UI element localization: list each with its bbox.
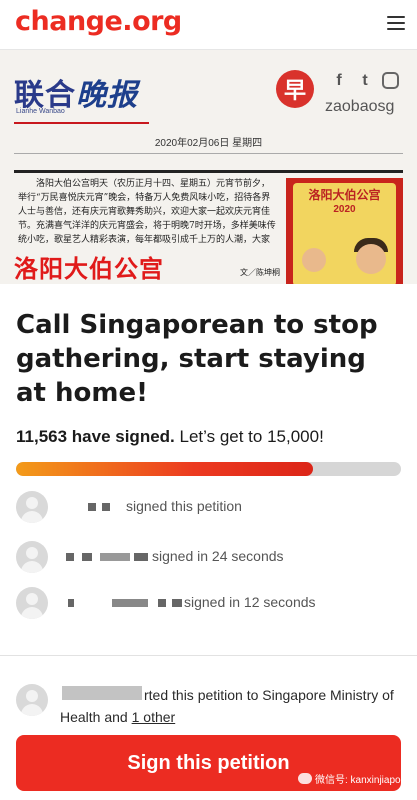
twitter-icon: t — [362, 72, 368, 89]
divider — [0, 655, 417, 656]
top-bar: change.org — [0, 0, 417, 50]
starter-text: rted this petition to Singapore Ministry… — [60, 687, 394, 725]
redacted-name — [68, 599, 74, 607]
signer-activity: signed in 12 seconds — [184, 594, 316, 610]
instagram-icon — [382, 72, 399, 89]
other-recipients-link[interactable]: 1 other — [132, 709, 176, 725]
newspaper-date: 2020年02月06日 星期四 — [154, 138, 263, 149]
avatar — [16, 684, 48, 716]
avatar — [16, 541, 48, 573]
newspaper-logo: 联合晚报 Lianhe Wanbao — [14, 70, 149, 124]
article-headline: 洛阳大伯公宫 — [14, 255, 164, 283]
signer-activity: signed this petition — [126, 498, 242, 514]
redacted-name — [66, 553, 74, 561]
article-text: 洛阳大伯公宫明天（农历正月十四、星期五）元宵节前夕，举行“万民喜悦庆元宵”晚会，… — [18, 179, 276, 245]
zaobao-handle: zaobaosg — [325, 98, 395, 115]
recent-signer: signed in 12 seconds — [16, 587, 406, 619]
petition-image: 联合晚报 Lianhe Wanbao 早 f t zaobaosg 2020年0… — [0, 50, 417, 284]
hamburger-icon[interactable] — [387, 16, 405, 30]
zaobao-icon: 早 — [276, 70, 314, 108]
petition-title: Call Singaporean to stop gathering, star… — [16, 310, 378, 408]
article-byline: 文／陈坤桐 — [240, 268, 280, 277]
recent-signer: signed this petition — [16, 491, 406, 523]
newspaper-article: 洛阳大伯公宫明天（农历正月十四、星期五）元宵节前夕，举行“万民喜悦庆元宵”晚会，… — [14, 177, 282, 284]
event-poster-image: 洛阳大伯公宫 2020 — [286, 178, 403, 284]
redacted-name — [88, 503, 96, 511]
facebook-icon: f — [336, 72, 342, 89]
petition-starter: rted this petition to Singapore Ministry… — [16, 684, 406, 728]
change-org-logo[interactable]: change.org — [15, 6, 182, 37]
recent-signer: signed in 24 seconds — [16, 541, 406, 573]
signature-count: 11,563 have signed. Let’s get to 15,000! — [16, 427, 324, 446]
signature-progress-bar — [16, 462, 401, 476]
social-icons: f t — [330, 72, 399, 90]
progress-fill — [16, 462, 313, 476]
wechat-watermark: 微信号: kanxinjiapo — [298, 771, 401, 786]
wechat-icon — [298, 773, 312, 784]
avatar — [16, 587, 48, 619]
signer-activity: signed in 24 seconds — [152, 548, 284, 564]
avatar — [16, 491, 48, 523]
